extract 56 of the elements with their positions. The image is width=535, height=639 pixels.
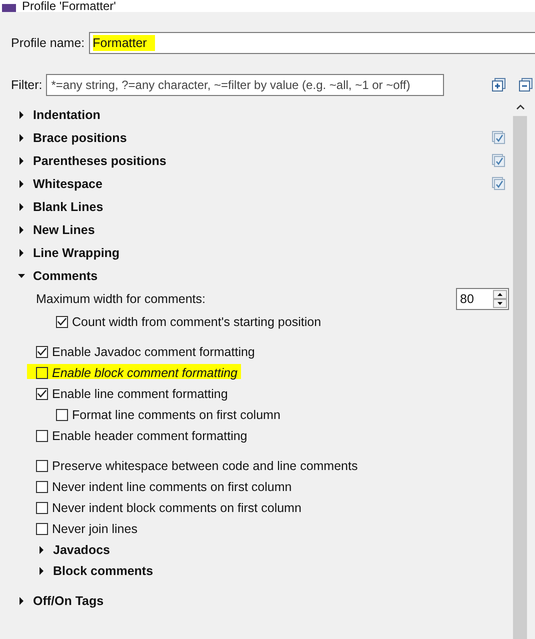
checkbox-label[interactable]: Count width from comment's starting position <box>72 314 322 328</box>
spin-arrows-icon[interactable] <box>493 290 507 308</box>
section-label[interactable]: Javadocs <box>53 542 110 556</box>
section-label[interactable]: Block comments <box>53 564 154 578</box>
checkbox[interactable] <box>36 480 48 492</box>
checkbox-label[interactable]: Enable line comment formatting <box>52 386 228 400</box>
checkbox-label[interactable]: Format line comments on first column <box>72 408 280 422</box>
expander-icon[interactable] <box>18 226 25 234</box>
section-label[interactable]: Brace positions <box>33 130 127 144</box>
scrollbar-thumb[interactable] <box>513 116 527 639</box>
setting-label: Maximum width for comments: <box>36 292 206 306</box>
expander-icon[interactable] <box>18 202 25 210</box>
checkbox[interactable] <box>36 388 48 400</box>
checkbox[interactable] <box>36 366 48 378</box>
checkbox[interactable] <box>36 430 48 442</box>
expander-icon[interactable] <box>18 134 25 142</box>
checkbox[interactable] <box>56 316 68 328</box>
checkbox[interactable] <box>56 408 68 420</box>
section-label[interactable]: Off/On Tags <box>33 594 104 608</box>
number-spinner[interactable]: 80 <box>456 288 509 310</box>
expand-all-icon[interactable] <box>492 78 506 92</box>
scroll-up-icon[interactable] <box>516 104 524 110</box>
checkbox-label[interactable]: Preserve whitespace between code and line comments <box>52 458 358 472</box>
checkbox-label[interactable]: Never join lines <box>52 522 138 536</box>
checkbox[interactable] <box>36 460 48 472</box>
expander-icon[interactable] <box>18 156 25 164</box>
window-title: Profile 'Formatter' <box>22 0 116 12</box>
section-label[interactable]: Whitespace <box>33 176 102 190</box>
checkbox-label[interactable]: Never indent line comments on first column <box>52 480 292 494</box>
field-value: Formatter <box>92 35 155 51</box>
expander-icon[interactable] <box>18 596 25 604</box>
collapse-all-icon[interactable] <box>519 78 534 92</box>
section-label[interactable]: Indentation <box>33 108 100 122</box>
checkbox[interactable] <box>36 502 48 514</box>
expander-icon[interactable] <box>38 566 45 574</box>
expander-icon[interactable] <box>18 248 25 256</box>
section-label[interactable]: Parentheses positions <box>33 154 166 168</box>
expander-icon[interactable] <box>18 110 25 118</box>
checkbox[interactable] <box>36 346 48 358</box>
section-label[interactable]: Line Wrapping <box>33 246 120 260</box>
filter-field[interactable]: *=any string, ?=any character, ~=filter by value (e.g. ~all, ~1 or ~off) <box>46 74 444 96</box>
checkbox-label[interactable]: Enable Javadoc comment formatting <box>52 344 255 358</box>
field-label: Filter: <box>11 78 42 92</box>
expander-icon[interactable] <box>18 180 25 188</box>
field-label: Profile name: <box>11 36 85 50</box>
checkbox[interactable] <box>36 522 48 534</box>
expander-icon[interactable] <box>18 272 25 280</box>
expander-icon[interactable] <box>38 546 45 554</box>
section-label[interactable]: New Lines <box>33 222 95 236</box>
checkbox-label[interactable]: Enable header comment formatting <box>52 428 248 442</box>
section-label[interactable]: Comments <box>33 268 98 282</box>
profile-name-field[interactable]: Formatter <box>88 32 535 54</box>
app-icon <box>2 4 16 12</box>
checkbox-label[interactable]: Never indent block comments on first column <box>52 500 302 514</box>
section-label[interactable]: Blank Lines <box>33 200 104 214</box>
spinner-value: 80 <box>460 292 474 306</box>
